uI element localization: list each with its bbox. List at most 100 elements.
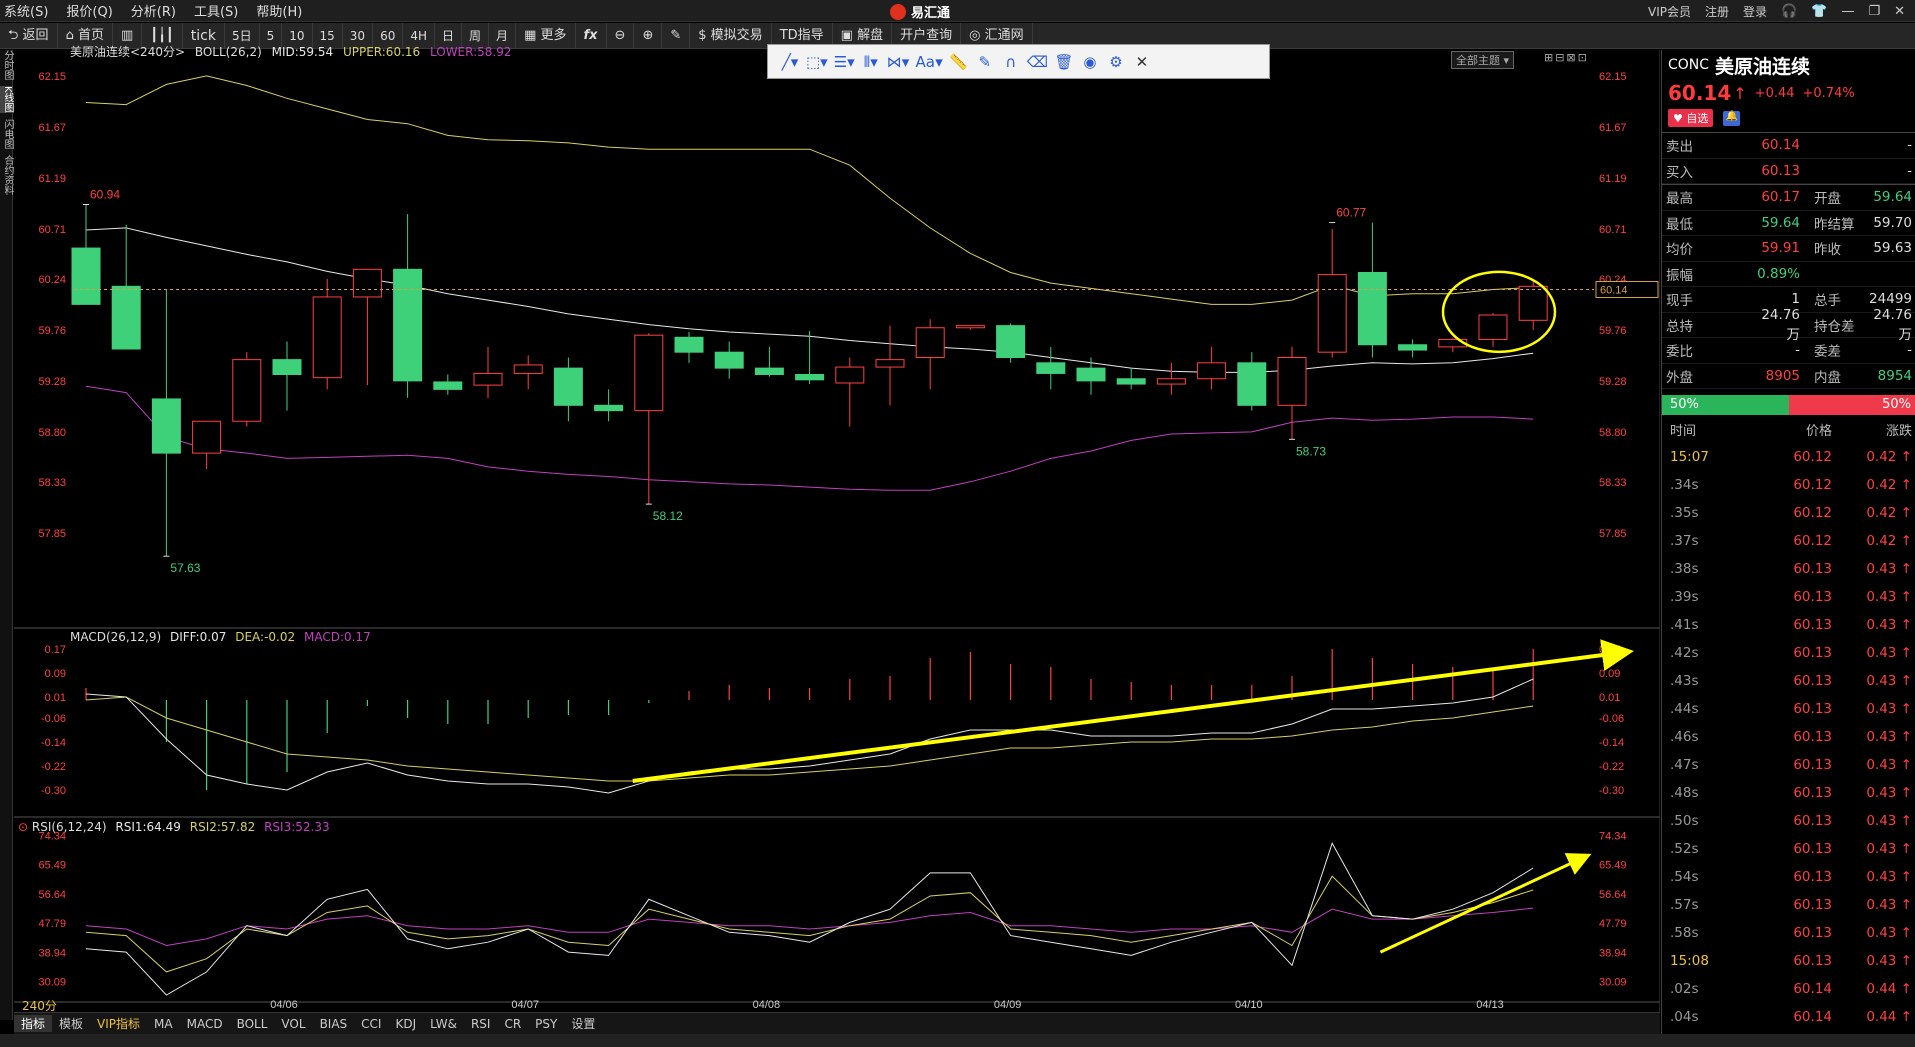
tab-lw[interactable]: LW& [423, 1017, 464, 1031]
menu-help[interactable]: 帮助(H) [256, 1, 302, 20]
candle-body [1277, 357, 1307, 406]
boll-mid-value: MID:59.54 [271, 45, 334, 59]
side-tab-timeshare[interactable]: 分时图 [0, 50, 13, 80]
candle-body [1036, 362, 1066, 374]
layout-buttons[interactable]: ⊞⊟⊠⊡ [1544, 51, 1589, 64]
y-tick-label-left: 57.85 [38, 528, 66, 540]
tab-ma[interactable]: MA [147, 1017, 180, 1031]
vip-link[interactable]: VIP会员 [1648, 3, 1691, 20]
headset-icon[interactable]: 🎧 [1781, 4, 1797, 19]
stat-label: 振幅 [1666, 267, 1693, 284]
minimize-icon[interactable]: — [1841, 4, 1854, 19]
back-button[interactable]: ⮌ 返回 [0, 22, 58, 49]
close-icon[interactable]: ✕ [1132, 53, 1152, 71]
side-tab-kline[interactable]: K线图 [0, 86, 13, 113]
stat-label: 委差 [1814, 344, 1841, 361]
up-arrow-icon: ↑ [1896, 813, 1912, 829]
pattern-tool-icon[interactable]: ⋈▾ [887, 53, 910, 71]
tick-list[interactable]: 15:07 60.12 0.42 ↑ .34s 60.12 0.42 ↑ .35s 60.12… [1662, 443, 1915, 1031]
tab-cr[interactable]: CR [497, 1017, 528, 1031]
tab-bias[interactable]: BIAS [313, 1017, 355, 1031]
tick-change: 0.42 ↑ [1832, 505, 1912, 521]
chart-area[interactable]: 62.15 62.15 61.67 61.67 61.19 61.19 60.71 60.71… [14, 45, 1660, 1013]
tab-vol[interactable]: VOL [274, 1017, 312, 1031]
line-tool-icon[interactable]: ╱▾ [780, 53, 800, 71]
tick-time: .46s [1670, 729, 1699, 745]
tick-row: .50s 60.13 0.43 ↑ [1662, 807, 1915, 835]
zoom-out-icon: ⊖ [614, 27, 626, 43]
register-link[interactable]: 注册 [1705, 3, 1729, 20]
tab-psy[interactable]: PSY [528, 1017, 564, 1031]
maximize-icon[interactable]: ❐ [1868, 4, 1880, 19]
price-box: 60.14 ↑ +0.44 +0.74% [1662, 80, 1915, 106]
tick-time: .43s [1670, 673, 1699, 689]
rsi-settings-icon[interactable]: ⊙ [18, 820, 32, 834]
menu-quote[interactable]: 报价(Q) [66, 1, 112, 20]
tab-vip-indicators[interactable]: VIP指标 [90, 1015, 147, 1032]
gear-icon[interactable]: ⚙ [1106, 53, 1126, 71]
macd-title: MACD(26,12,9) [70, 630, 162, 644]
formula-button[interactable]: fx [576, 22, 607, 49]
tick-price: 60.13 [1793, 813, 1832, 829]
candle-body [1237, 362, 1267, 406]
theme-dropdown[interactable]: 全部主题 ▾ [1451, 51, 1515, 69]
shirt-icon[interactable]: 👕 [1811, 4, 1827, 19]
tick-change-value: 0.43 [1866, 589, 1897, 605]
candle-body [1197, 362, 1227, 380]
sim-trade-button[interactable]: $ 模拟交易 [690, 22, 772, 49]
ruler-icon[interactable]: 📏 [949, 53, 969, 71]
stat-value: 59.91 [1761, 240, 1800, 257]
menu-analysis[interactable]: 分析(R) [131, 1, 176, 20]
tick-time: .52s [1670, 841, 1699, 857]
tab-kdj[interactable]: KDJ [388, 1017, 423, 1031]
tick-row: .57s 60.13 0.43 ↑ [1662, 891, 1915, 919]
tick-price: 60.14 [1793, 1009, 1832, 1025]
channel-tool-icon[interactable]: ☰▾ [834, 53, 855, 71]
x-tick-label: 04/06 [270, 999, 298, 1011]
eye-icon[interactable]: ◉ [1080, 53, 1100, 71]
y-tick-label-left: 38.94 [38, 947, 66, 959]
magnet-icon[interactable]: ∩ [1001, 53, 1021, 71]
rect-tool-icon[interactable]: ⬚▾ [806, 53, 828, 71]
tab-template[interactable]: 模板 [52, 1015, 90, 1032]
y-tick-label-right: 61.67 [1599, 122, 1627, 134]
fib-tool-icon[interactable]: ⦀▾ [861, 53, 881, 71]
y-tick-label-right: 58.33 [1599, 477, 1627, 489]
tab-settings[interactable]: 设置 [564, 1015, 602, 1032]
login-link[interactable]: 登录 [1743, 3, 1767, 20]
close-window-icon[interactable]: ✕ [1894, 4, 1905, 19]
tab-indicators[interactable]: 指标 [14, 1015, 53, 1032]
trash-icon[interactable]: 🗑 [1054, 53, 1074, 71]
y-tick-label-right: 59.28 [1599, 376, 1627, 388]
zoom-out-button[interactable]: ⊖ [607, 22, 635, 49]
draw-button[interactable]: ✎ [662, 22, 691, 49]
tick-row: .37s 60.12 0.42 ↑ [1662, 527, 1915, 555]
zoom-in-button[interactable]: ⊕ [634, 22, 663, 49]
chart-svg[interactable]: 62.15 62.15 61.67 61.67 61.19 61.19 60.71 60.71… [14, 50, 1660, 1013]
tick-time: .44s [1670, 701, 1699, 717]
bell-icon[interactable]: 🔔 [1723, 110, 1741, 126]
tab-boll[interactable]: BOLL [230, 1017, 275, 1031]
more-periods-button[interactable]: ▦ 更多 [516, 22, 576, 49]
favorite-button[interactable]: ♥ 自选 [1668, 109, 1714, 127]
menu-system[interactable]: 系统(S) [4, 1, 48, 20]
menu-tools[interactable]: 工具(S) [194, 1, 238, 20]
tick-change-value: 0.43 [1866, 617, 1897, 633]
candle-body [433, 381, 463, 390]
side-tab-contract[interactable]: 合约资料 [0, 155, 13, 195]
tab-rsi[interactable]: RSI [464, 1017, 498, 1031]
tab-cci[interactable]: CCI [354, 1017, 388, 1031]
tick-change-value: 0.43 [1866, 869, 1897, 885]
tick-change: 0.43 ↑ [1832, 953, 1912, 969]
tick-row: .54s 60.13 0.43 ↑ [1662, 863, 1915, 891]
side-tab-flash[interactable]: 闪电图 [0, 119, 13, 149]
eraser-icon[interactable]: ⌫ [1027, 53, 1048, 71]
pen-icon[interactable]: ✎ [975, 53, 995, 71]
text-tool-icon[interactable]: Aa▾ [915, 53, 942, 71]
bar-chart-icon: ▥ [120, 27, 134, 43]
stat-value: 59.63 [1873, 240, 1912, 257]
tab-macd[interactable]: MACD [180, 1017, 230, 1031]
tick-row: .43s 60.13 0.43 ↑ [1662, 667, 1915, 695]
tick-time: .42s [1670, 645, 1699, 661]
y-tick-label-right: 0.01 [1599, 692, 1620, 704]
